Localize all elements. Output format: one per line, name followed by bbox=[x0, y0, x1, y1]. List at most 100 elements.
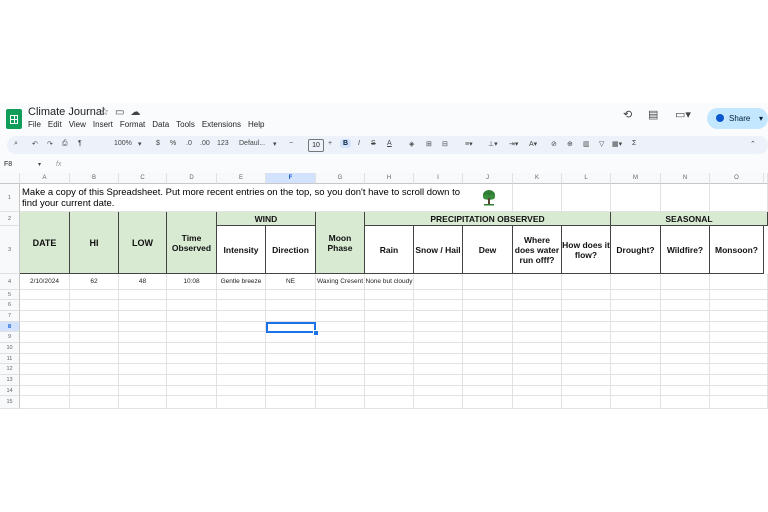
grid-cell[interactable] bbox=[513, 300, 562, 311]
grid-cell[interactable] bbox=[20, 322, 70, 332]
header-snow-hail[interactable]: Snow / Hail bbox=[414, 226, 463, 274]
comment-icon[interactable]: ⊕ bbox=[567, 140, 573, 148]
grid-cell[interactable] bbox=[217, 354, 266, 364]
grid-cell[interactable] bbox=[661, 343, 710, 354]
group-header-seasonal[interactable]: SEASONAL bbox=[611, 212, 768, 226]
group-header-wind[interactable]: WIND bbox=[217, 212, 316, 226]
row-header-10[interactable]: 10 bbox=[0, 343, 20, 354]
grid-cell[interactable] bbox=[562, 343, 611, 354]
grid-cell[interactable] bbox=[70, 311, 119, 322]
filter-icon[interactable]: ▽ bbox=[599, 140, 604, 148]
grid-cell[interactable] bbox=[119, 300, 167, 311]
vertical-align-icon[interactable]: ⊥▾ bbox=[488, 140, 498, 148]
grid-cell[interactable] bbox=[70, 396, 119, 409]
text-wrap-icon[interactable]: ⇥▾ bbox=[509, 140, 518, 148]
grid-cell[interactable] bbox=[513, 311, 562, 322]
row-header-12[interactable]: 12 bbox=[0, 364, 20, 375]
grid-cell[interactable] bbox=[316, 364, 365, 375]
grid-cell[interactable] bbox=[611, 311, 661, 322]
grid-cell[interactable] bbox=[661, 396, 710, 409]
grid-cell[interactable] bbox=[365, 290, 414, 300]
fill-handle[interactable] bbox=[313, 330, 319, 336]
row-header-1[interactable]: 1 bbox=[0, 184, 20, 212]
row-header-11[interactable]: 11 bbox=[0, 354, 20, 364]
grid-cell[interactable] bbox=[217, 364, 266, 375]
grid-cell[interactable] bbox=[661, 332, 710, 343]
row-header-5[interactable]: 5 bbox=[0, 290, 20, 300]
column-header-b[interactable]: B bbox=[70, 173, 119, 184]
grid-cell[interactable] bbox=[365, 311, 414, 322]
header-moon-phase[interactable]: Moon Phase bbox=[316, 212, 365, 274]
cell-j1[interactable] bbox=[465, 184, 513, 212]
entry-moon-phase[interactable]: Waxing Cresent bbox=[316, 274, 365, 290]
grid-cell[interactable] bbox=[611, 322, 661, 332]
grid-cell[interactable] bbox=[266, 290, 316, 300]
grid-cell[interactable] bbox=[70, 300, 119, 311]
row-header-3[interactable]: 3 bbox=[0, 226, 20, 274]
menu-data[interactable]: Data bbox=[152, 120, 169, 129]
grid-cell[interactable] bbox=[661, 300, 710, 311]
menu-insert[interactable]: Insert bbox=[93, 120, 113, 129]
grid-cell[interactable] bbox=[513, 375, 562, 386]
version-history-icon[interactable]: ⟲ bbox=[623, 108, 632, 121]
grid-cell[interactable] bbox=[316, 311, 365, 322]
grid-cell[interactable] bbox=[266, 396, 316, 409]
chevron-down-icon[interactable]: ▾ bbox=[38, 161, 41, 168]
grid-cell[interactable] bbox=[513, 364, 562, 375]
grid-cell[interactable] bbox=[217, 311, 266, 322]
menu-edit[interactable]: Edit bbox=[48, 120, 62, 129]
row-header-8[interactable]: 8 bbox=[0, 322, 20, 332]
cloud-status-icon[interactable]: ☁ bbox=[130, 107, 146, 118]
menu-tools[interactable]: Tools bbox=[176, 120, 195, 129]
grid-cell[interactable] bbox=[167, 300, 217, 311]
grid-cell[interactable] bbox=[70, 386, 119, 396]
grid-cell[interactable] bbox=[266, 300, 316, 311]
grid-cell[interactable] bbox=[414, 311, 463, 322]
grid-cell[interactable] bbox=[562, 396, 611, 409]
column-header-g[interactable]: G bbox=[316, 173, 365, 184]
grid-cell[interactable] bbox=[661, 364, 710, 375]
grid-cell[interactable] bbox=[20, 300, 70, 311]
grid-cell[interactable] bbox=[70, 354, 119, 364]
grid-cell[interactable] bbox=[266, 386, 316, 396]
entry-hi[interactable]: 62 bbox=[70, 274, 119, 290]
grid-cell[interactable] bbox=[20, 396, 70, 409]
chevron-down-icon[interactable]: ▾ bbox=[138, 140, 142, 148]
grid-cell[interactable] bbox=[414, 386, 463, 396]
grid-cell[interactable] bbox=[611, 375, 661, 386]
spreadsheet-grid[interactable]: A B C D E F G H I J K L M N O 1 2 3 4 5 … bbox=[0, 173, 768, 409]
grid-cell[interactable] bbox=[217, 300, 266, 311]
document-title[interactable]: Climate Journal bbox=[28, 106, 104, 118]
grid-cell[interactable] bbox=[611, 386, 661, 396]
header-monsoon[interactable]: Monsoon? bbox=[710, 226, 764, 274]
grid-cell[interactable] bbox=[414, 375, 463, 386]
grid-cell[interactable] bbox=[562, 386, 611, 396]
grid-cell[interactable] bbox=[217, 375, 266, 386]
grid-cell[interactable] bbox=[562, 311, 611, 322]
grid-cell[interactable] bbox=[463, 386, 513, 396]
menu-format[interactable]: Format bbox=[120, 120, 145, 129]
number-format-button[interactable]: 123 bbox=[217, 140, 229, 147]
grid-cell[interactable] bbox=[70, 364, 119, 375]
increase-decimal-button[interactable]: .00 bbox=[200, 140, 210, 147]
link-icon[interactable]: ⊘ bbox=[551, 140, 557, 148]
grid-cell[interactable] bbox=[414, 332, 463, 343]
meet-icon[interactable]: ▭▾ bbox=[675, 108, 691, 121]
grid-cell[interactable] bbox=[513, 354, 562, 364]
grid-cell[interactable] bbox=[463, 300, 513, 311]
row-header-4[interactable]: 4 bbox=[0, 274, 20, 290]
grid-cell[interactable] bbox=[316, 343, 365, 354]
grid-cell[interactable] bbox=[710, 343, 768, 354]
header-dew[interactable]: Dew bbox=[463, 226, 513, 274]
grid-cell[interactable] bbox=[611, 343, 661, 354]
grid-cell[interactable] bbox=[316, 386, 365, 396]
grid-cell[interactable] bbox=[710, 322, 768, 332]
grid-cell[interactable] bbox=[710, 290, 768, 300]
grid-cell[interactable] bbox=[217, 332, 266, 343]
grid-cell[interactable] bbox=[710, 354, 768, 364]
grid-cell[interactable] bbox=[167, 332, 217, 343]
grid-cell[interactable] bbox=[316, 300, 365, 311]
grid-cell[interactable] bbox=[119, 332, 167, 343]
text-rotation-icon[interactable]: A▾ bbox=[529, 140, 537, 148]
grid-cell[interactable] bbox=[513, 396, 562, 409]
